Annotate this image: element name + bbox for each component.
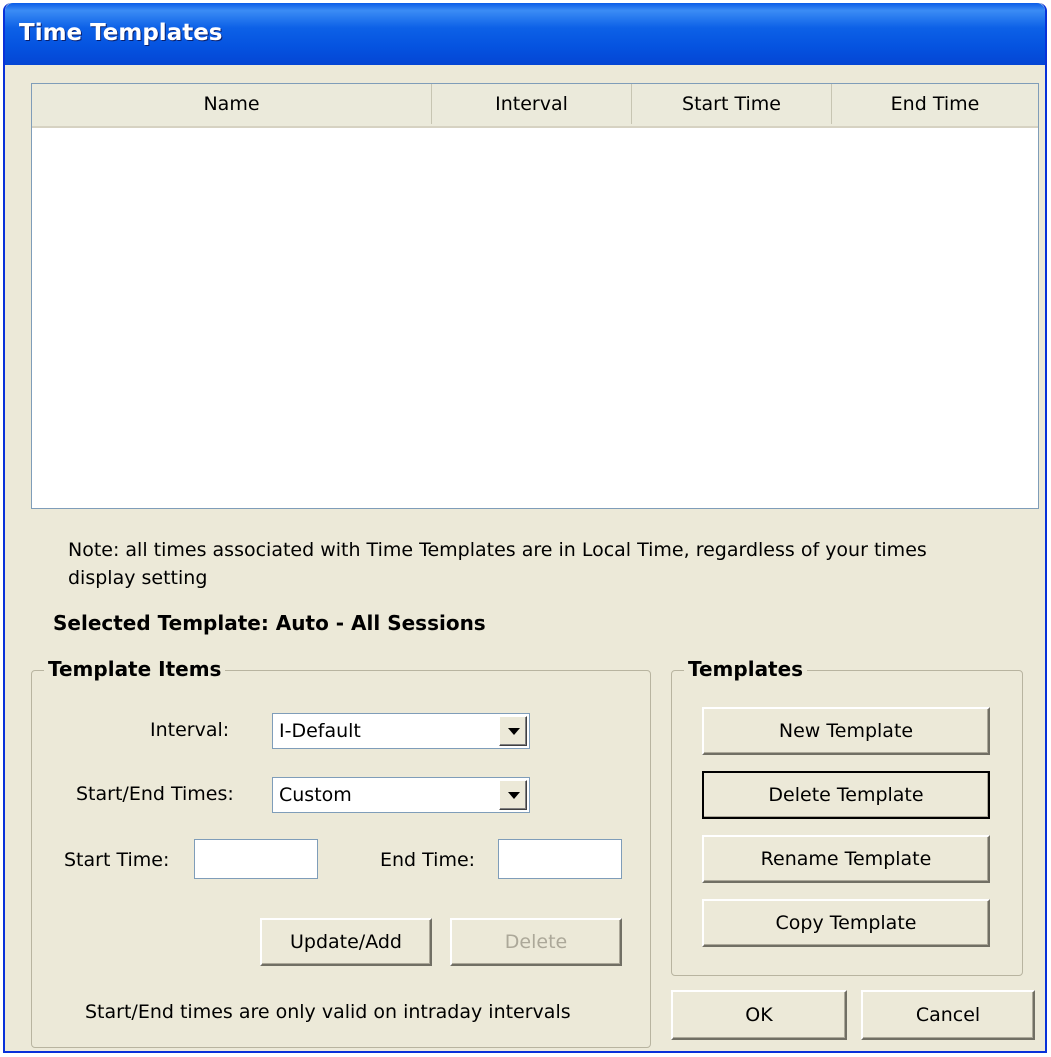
intraday-footnote: Start/End times are only valid on intrad… xyxy=(85,1001,571,1023)
column-header-name[interactable]: Name xyxy=(32,84,432,124)
templates-list[interactable]: Name Interval Start Time End Time xyxy=(31,83,1039,509)
chevron-down-icon xyxy=(508,728,520,735)
start-end-times-label: Start/End Times: xyxy=(76,783,234,805)
title-bar[interactable]: Time Templates xyxy=(5,3,1045,65)
new-template-button[interactable]: New Template xyxy=(702,707,990,755)
column-header-start-time[interactable]: Start Time xyxy=(632,84,832,124)
interval-dropdown-button[interactable] xyxy=(499,716,527,746)
list-header: Name Interval Start Time End Time xyxy=(32,84,1038,128)
update-add-button[interactable]: Update/Add xyxy=(260,918,432,966)
interval-select-value: I-Default xyxy=(279,720,361,742)
template-items-group: Template Items Interval: I-Default Start… xyxy=(31,657,651,1048)
start-end-times-select[interactable]: Custom xyxy=(272,777,530,813)
start-time-input[interactable] xyxy=(194,839,318,879)
end-time-label: End Time: xyxy=(380,849,476,871)
column-header-interval[interactable]: Interval xyxy=(432,84,632,124)
window-title: Time Templates xyxy=(19,20,223,46)
templates-title: Templates xyxy=(684,657,808,681)
selected-template-label: Selected Template: Auto - All Sessions xyxy=(53,611,486,635)
end-time-input[interactable] xyxy=(498,839,622,879)
templates-group: Templates New Template Delete Template R… xyxy=(671,657,1023,976)
delete-item-button[interactable]: Delete xyxy=(450,918,622,966)
cancel-button[interactable]: Cancel xyxy=(861,990,1035,1040)
local-time-note: Note: all times associated with Time Tem… xyxy=(68,539,927,589)
start-end-dropdown-button[interactable] xyxy=(499,780,527,810)
time-templates-dialog: Time Templates Name Interval Start Time … xyxy=(3,3,1047,1053)
rename-template-button[interactable]: Rename Template xyxy=(702,835,990,883)
interval-select[interactable]: I-Default xyxy=(272,713,530,749)
start-end-times-select-value: Custom xyxy=(279,784,352,806)
interval-label: Interval: xyxy=(150,719,230,741)
column-header-end-time[interactable]: End Time xyxy=(832,84,1038,124)
template-items-title: Template Items xyxy=(44,657,226,681)
delete-template-button[interactable]: Delete Template xyxy=(702,771,990,819)
copy-template-button[interactable]: Copy Template xyxy=(702,899,990,947)
chevron-down-icon xyxy=(508,792,520,799)
ok-button[interactable]: OK xyxy=(671,990,847,1040)
start-time-label: Start Time: xyxy=(64,849,170,871)
